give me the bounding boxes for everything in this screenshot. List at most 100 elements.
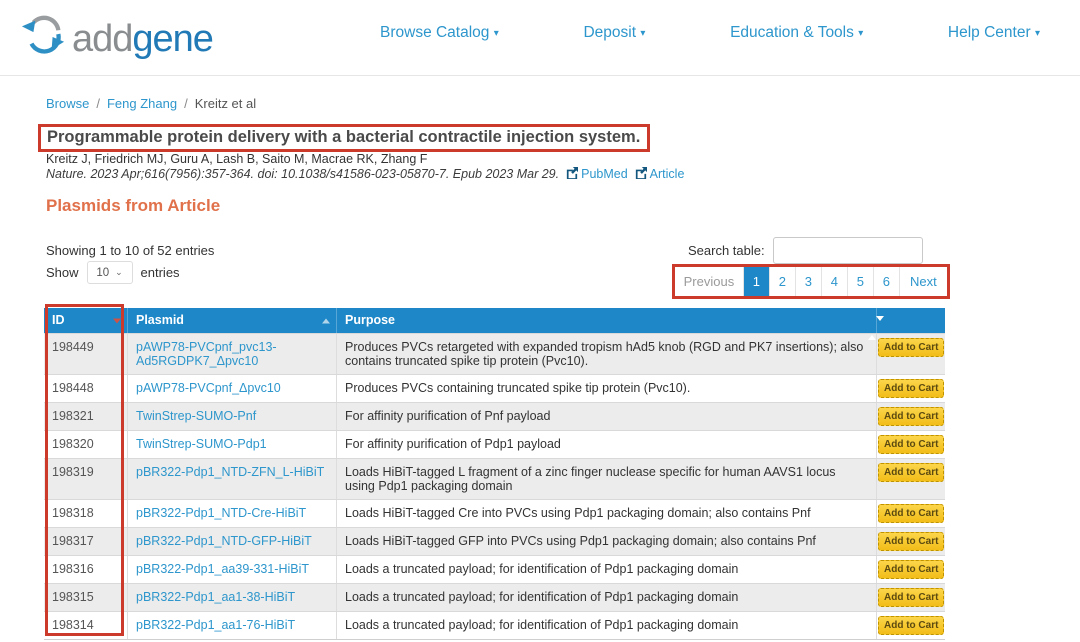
plasmid-link[interactable]: pBR322-Pdp1_NTD-GFP-HiBiT <box>136 534 312 548</box>
pagination-page-3[interactable]: 3 <box>796 267 822 296</box>
breadcrumb: Browse/Feng Zhang/Kreitz et al <box>46 96 256 111</box>
add-to-cart-button[interactable]: Add to Cart <box>878 379 944 398</box>
plasmids-section-heading: Plasmids from Article <box>46 196 220 216</box>
plasmid-link[interactable]: pBR322-Pdp1_aa1-76-HiBiT <box>136 618 295 632</box>
add-to-cart-button[interactable]: Add to Cart <box>878 560 944 579</box>
column-header-id[interactable]: ID <box>44 308 128 333</box>
add-to-cart-button[interactable]: Add to Cart <box>878 532 944 551</box>
cell-purpose: Loads HiBiT-tagged Cre into PVCs using P… <box>337 500 877 527</box>
cell-plasmid: pAWP78-PVCpnf_Δpvc10 <box>128 375 337 402</box>
cell-plasmid: pAWP78-PVCpnf_pvc13-Ad5RGDPK7_Δpvc10 <box>128 334 337 374</box>
add-to-cart-button[interactable]: Add to Cart <box>878 338 944 357</box>
cell-id: 198315 <box>44 584 128 611</box>
pagination-previous[interactable]: Previous <box>675 267 744 296</box>
search-input[interactable] <box>773 237 923 264</box>
article-link[interactable]: Article <box>628 167 685 181</box>
cell-purpose: Produces PVCs retargeted with expanded t… <box>337 334 877 374</box>
breadcrumb-current: Kreitz et al <box>195 96 256 111</box>
plasmid-link[interactable]: TwinStrep-SUMO-Pdp1 <box>136 437 267 451</box>
table-row: 198315 pBR322-Pdp1_aa1-38-HiBiT Loads a tr… <box>44 583 945 611</box>
cell-cart: Add to Cart <box>877 403 945 430</box>
plasmid-link[interactable]: pBR322-Pdp1_aa1-38-HiBiT <box>136 590 295 604</box>
add-to-cart-button[interactable]: Add to Cart <box>878 463 944 482</box>
table-row: 198321TwinStrep-SUMO-PnfFor affinity pur… <box>44 402 945 430</box>
chevron-down-icon: ▾ <box>858 28 863 39</box>
addgene-logo[interactable]: addgene <box>20 13 213 64</box>
cell-plasmid: pBR322-Pdp1_NTD-GFP-HiBiT <box>128 528 337 555</box>
nav-deposit[interactable]: Deposit ▾ <box>583 24 645 42</box>
pagination-page-2[interactable]: 2 <box>770 267 796 296</box>
cell-plasmid: pBR322-Pdp1_aa1-76-HiBiT <box>128 612 337 639</box>
add-to-cart-button[interactable]: Add to Cart <box>878 407 944 426</box>
page-size-select[interactable]: 10⌄ <box>87 261 133 284</box>
nav-browse-catalog[interactable]: Browse Catalog ▾ <box>380 24 499 42</box>
sort-ascending-icon <box>322 318 330 323</box>
table-row: 198318 pBR322-Pdp1_NTD-Cre-HiBiT Loads HiB… <box>44 499 945 527</box>
cell-id: 198317 <box>44 528 128 555</box>
plasmid-link[interactable]: pBR322-Pdp1_NTD-ZFN_L-HiBiT <box>136 465 324 479</box>
cell-purpose: For affinity purification of Pnf payload <box>337 403 877 430</box>
entries-label: entries <box>141 265 180 280</box>
logo-wordmark: addgene <box>72 20 213 58</box>
plasmid-link[interactable]: pAWP78-PVCpnf_pvc13-Ad5RGDPK7_Δpvc10 <box>136 340 277 368</box>
pagination-pages: 123456 <box>744 267 900 296</box>
cell-cart: Add to Cart <box>877 556 945 583</box>
pagination-page-5[interactable]: 5 <box>848 267 874 296</box>
cell-cart: Add to Cart <box>877 375 945 402</box>
cell-cart: Add to Cart <box>877 528 945 555</box>
plasmid-link[interactable]: pBR322-Pdp1_aa39-331-HiBiT <box>136 562 309 576</box>
plasmids-table: ID Plasmid Purpose 198449pAWP78-PVCpnf_p… <box>44 308 945 640</box>
column-header-cart <box>877 308 945 333</box>
cell-plasmid: pBR322-Pdp1_NTD-ZFN_L-HiBiT <box>128 459 337 499</box>
add-to-cart-button[interactable]: Add to Cart <box>878 588 944 607</box>
add-to-cart-button[interactable]: Add to Cart <box>878 616 944 635</box>
cell-id: 198448 <box>44 375 128 402</box>
cell-purpose: Loads HiBiT-tagged L fragment of a zinc … <box>337 459 877 499</box>
article-authors: Kreitz J, Friedrich MJ, Guru A, Lash B, … <box>46 152 427 166</box>
pagination-page-4[interactable]: 4 <box>822 267 848 296</box>
pagination-page-6[interactable]: 6 <box>874 267 900 296</box>
table-row: 198449pAWP78-PVCpnf_pvc13-Ad5RGDPK7_Δpvc… <box>44 333 945 374</box>
cell-purpose: For affinity purification of Pdp1 payloa… <box>337 431 877 458</box>
breadcrumb-browse[interactable]: Browse <box>46 96 89 111</box>
cell-cart: Add to Cart <box>877 612 945 639</box>
cell-purpose: Loads a truncated payload; for identific… <box>337 612 877 639</box>
cell-cart: Add to Cart <box>877 334 945 374</box>
cell-id: 198318 <box>44 500 128 527</box>
cell-plasmid: TwinStrep-SUMO-Pdp1 <box>128 431 337 458</box>
citation-text: Nature. 2023 Apr;616(7956):357-364. doi:… <box>46 167 559 181</box>
cell-purpose: Produces PVCs containing truncated spike… <box>337 375 877 402</box>
nav-help-center[interactable]: Help Center ▾ <box>948 24 1040 42</box>
cell-purpose: Loads a truncated payload; for identific… <box>337 556 877 583</box>
add-to-cart-button[interactable]: Add to Cart <box>878 504 944 523</box>
plasmid-link[interactable]: TwinStrep-SUMO-Pnf <box>136 409 256 423</box>
cell-id: 198320 <box>44 431 128 458</box>
chevron-down-icon: ▾ <box>640 28 645 39</box>
pagination-page-1[interactable]: 1 <box>744 267 770 296</box>
cell-purpose: Loads a truncated payload; for identific… <box>337 584 877 611</box>
table-row: 198316 pBR322-Pdp1_aa39-331-HiBiT Loads a … <box>44 555 945 583</box>
plasmid-link[interactable]: pAWP78-PVCpnf_Δpvc10 <box>136 381 281 395</box>
page: addgene Browse Catalog ▾ Deposit ▾ Educa… <box>0 0 1080 642</box>
column-header-purpose[interactable]: Purpose <box>337 308 877 333</box>
pagination-next[interactable]: Next <box>900 267 947 296</box>
table-row: 198317pBR322-Pdp1_NTD-GFP-HiBiTLoads HiB… <box>44 527 945 555</box>
nav-education-tools[interactable]: Education & Tools ▾ <box>730 24 863 42</box>
chevron-down-icon: ▾ <box>494 28 499 39</box>
site-header: addgene Browse Catalog ▾ Deposit ▾ Educa… <box>0 0 1080 76</box>
column-header-plasmid[interactable]: Plasmid <box>128 308 337 333</box>
cell-id: 198316 <box>44 556 128 583</box>
addgene-logo-icon <box>20 13 66 64</box>
breadcrumb-feng-zhang[interactable]: Feng Zhang <box>107 96 177 111</box>
cell-cart: Add to Cart <box>877 500 945 527</box>
table-header-row: ID Plasmid Purpose <box>44 308 945 333</box>
add-to-cart-button[interactable]: Add to Cart <box>878 435 944 454</box>
table-row: 198319pBR322-Pdp1_NTD-ZFN_L-HiBiTLoads H… <box>44 458 945 499</box>
search-table-control: Search table: <box>688 237 923 264</box>
cell-cart: Add to Cart <box>877 584 945 611</box>
pubmed-link[interactable]: PubMed <box>559 167 628 181</box>
external-link-icon <box>566 167 578 179</box>
main-nav: Browse Catalog ▾ Deposit ▾ Education & T… <box>380 24 1040 42</box>
pagination-annotation-box: Previous 123456 Next <box>672 264 950 299</box>
plasmid-link[interactable]: pBR322-Pdp1_NTD-Cre-HiBiT <box>136 506 306 520</box>
